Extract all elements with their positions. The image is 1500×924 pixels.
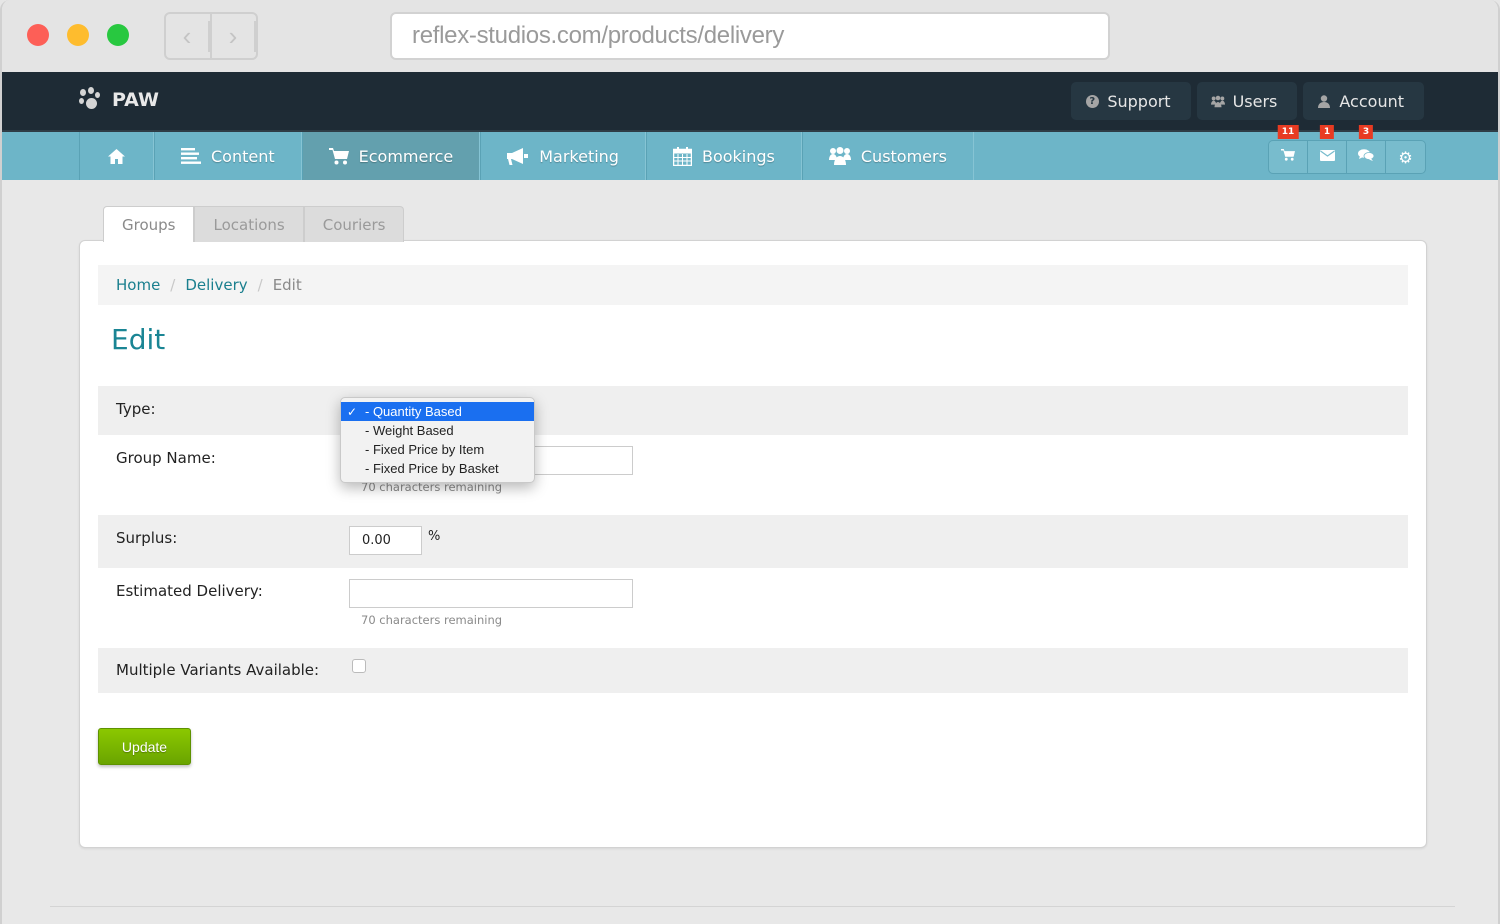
gear-icon: ⚙ — [1398, 147, 1413, 167]
top-nav: ? Support Users Account — [1071, 82, 1424, 120]
type-row: Type: — [98, 386, 1408, 435]
chevron-left-icon: ‹ — [166, 20, 210, 52]
utility-buttons: 11 1 3 ⚙ — [1268, 125, 1426, 174]
breadcrumb-separator: / — [170, 276, 176, 294]
breadcrumb-delivery[interactable]: Delivery — [185, 276, 247, 294]
estimated-delivery-hint: 70 characters remaining — [361, 613, 503, 627]
breadcrumb-home[interactable]: Home — [116, 276, 160, 294]
type-option[interactable]: - Fixed Price by Item — [341, 440, 534, 459]
tab-couriers[interactable]: Couriers — [303, 206, 405, 242]
nav-bookings[interactable]: Bookings — [645, 132, 802, 180]
estimated-delivery-label: Estimated Delivery: — [116, 582, 263, 600]
calendar-icon — [672, 146, 692, 166]
estimated-delivery-input[interactable] — [349, 579, 633, 608]
chevron-right-icon: › — [212, 20, 256, 52]
bullhorn-icon — [507, 147, 529, 165]
section-tabs: Groups Locations Couriers — [103, 206, 405, 242]
cart-icon — [1281, 149, 1295, 165]
settings-button[interactable]: ⚙ — [1386, 141, 1425, 173]
type-option[interactable]: ✓ - Quantity Based — [341, 402, 534, 421]
messages-badge: 1 — [1319, 125, 1335, 139]
browser-window: ‹ › reflex-studios.com/products/delivery… — [0, 0, 1500, 924]
users-label: Users — [1232, 91, 1278, 111]
type-select-dropdown[interactable]: ✓ - Quantity Based - Weight Based - Fixe… — [340, 397, 535, 483]
multiple-variants-checkbox[interactable] — [352, 659, 366, 673]
nav-customers[interactable]: Customers — [801, 132, 974, 180]
type-label: Type: — [116, 400, 156, 418]
type-option[interactable]: - Weight Based — [341, 421, 534, 440]
nav-ecommerce[interactable]: Ecommerce — [301, 132, 481, 180]
type-option-label: - Fixed Price by Item — [365, 442, 485, 457]
user-icon — [1317, 94, 1331, 108]
nav-ecommerce-label: Ecommerce — [358, 146, 454, 166]
page-title: Edit — [111, 323, 166, 356]
comments-button[interactable]: 3 — [1347, 125, 1386, 173]
surplus-unit: % — [428, 529, 441, 544]
group-name-row: Group Name: 70 characters remaining — [98, 435, 1408, 515]
tab-locations[interactable]: Locations — [194, 206, 304, 242]
history-nav: ‹ › — [164, 12, 258, 60]
estimated-delivery-row: Estimated Delivery: 70 characters remain… — [98, 568, 1408, 648]
type-option-label: - Weight Based — [365, 423, 454, 438]
close-window-button[interactable] — [27, 24, 49, 46]
type-option-label: - Fixed Price by Basket — [365, 461, 499, 476]
envelope-icon — [1319, 149, 1335, 165]
question-circle-icon: ? — [1085, 94, 1099, 108]
list-icon — [181, 148, 201, 164]
breadcrumb: Home / Delivery / Edit — [98, 265, 1408, 305]
nav-marketing-label: Marketing — [539, 146, 619, 166]
nav-bookings-label: Bookings — [701, 146, 775, 166]
comments-badge: 3 — [1358, 125, 1374, 139]
brand-logo[interactable]: PAW — [79, 87, 159, 111]
comments-icon — [1358, 149, 1375, 165]
cart-icon — [328, 147, 349, 165]
breadcrumb-current: Edit — [272, 276, 302, 294]
type-option[interactable]: - Fixed Price by Basket — [341, 459, 534, 478]
footer-divider — [50, 906, 1455, 907]
type-option-label: - Quantity Based — [365, 404, 462, 419]
nav-content-label: Content — [211, 146, 275, 166]
support-button[interactable]: ? Support — [1071, 82, 1191, 120]
nav-content[interactable]: Content — [154, 132, 302, 180]
breadcrumb-separator: / — [257, 276, 263, 294]
nav-customers-label: Customers — [860, 146, 947, 166]
browser-chrome: ‹ › reflex-studios.com/products/delivery — [2, 0, 1498, 72]
account-label: Account — [1339, 91, 1404, 111]
surplus-row: Surplus: 0.00 % — [98, 515, 1408, 568]
multiple-variants-label: Multiple Variants Available: — [116, 661, 320, 679]
maximize-window-button[interactable] — [107, 24, 129, 46]
nav-home[interactable] — [79, 132, 154, 180]
address-bar[interactable]: reflex-studios.com/products/delivery — [390, 12, 1110, 60]
group-name-label: Group Name: — [116, 449, 216, 467]
surplus-label: Surplus: — [116, 529, 178, 547]
brand-name: PAW — [112, 89, 159, 111]
home-icon — [108, 148, 125, 164]
update-button[interactable]: Update — [98, 728, 191, 765]
checkmark-icon: ✓ — [347, 404, 358, 419]
group-icon — [828, 147, 851, 165]
forward-button[interactable]: › — [212, 14, 256, 58]
users-icon — [1210, 94, 1225, 108]
cart-button[interactable]: 11 — [1269, 125, 1308, 173]
main-nav: Content Ecommerce Marketing Bookings Cus… — [2, 125, 1498, 180]
nav-marketing[interactable]: Marketing — [480, 132, 646, 180]
users-button[interactable]: Users — [1196, 82, 1298, 120]
back-button[interactable]: ‹ — [166, 14, 212, 58]
surplus-input[interactable]: 0.00 — [349, 526, 422, 555]
content-card: Home / Delivery / Edit Edit Type: Group … — [79, 240, 1427, 848]
minimize-window-button[interactable] — [67, 24, 89, 46]
messages-button[interactable]: 1 — [1308, 125, 1347, 173]
support-label: Support — [1107, 91, 1171, 111]
paw-icon — [79, 87, 100, 111]
multiple-variants-row: Multiple Variants Available: — [98, 648, 1408, 693]
account-button[interactable]: Account — [1303, 82, 1424, 120]
tab-groups[interactable]: Groups — [103, 206, 195, 242]
top-header: PAW ? Support Users Account — [2, 72, 1498, 130]
cart-badge: 11 — [1277, 125, 1299, 139]
